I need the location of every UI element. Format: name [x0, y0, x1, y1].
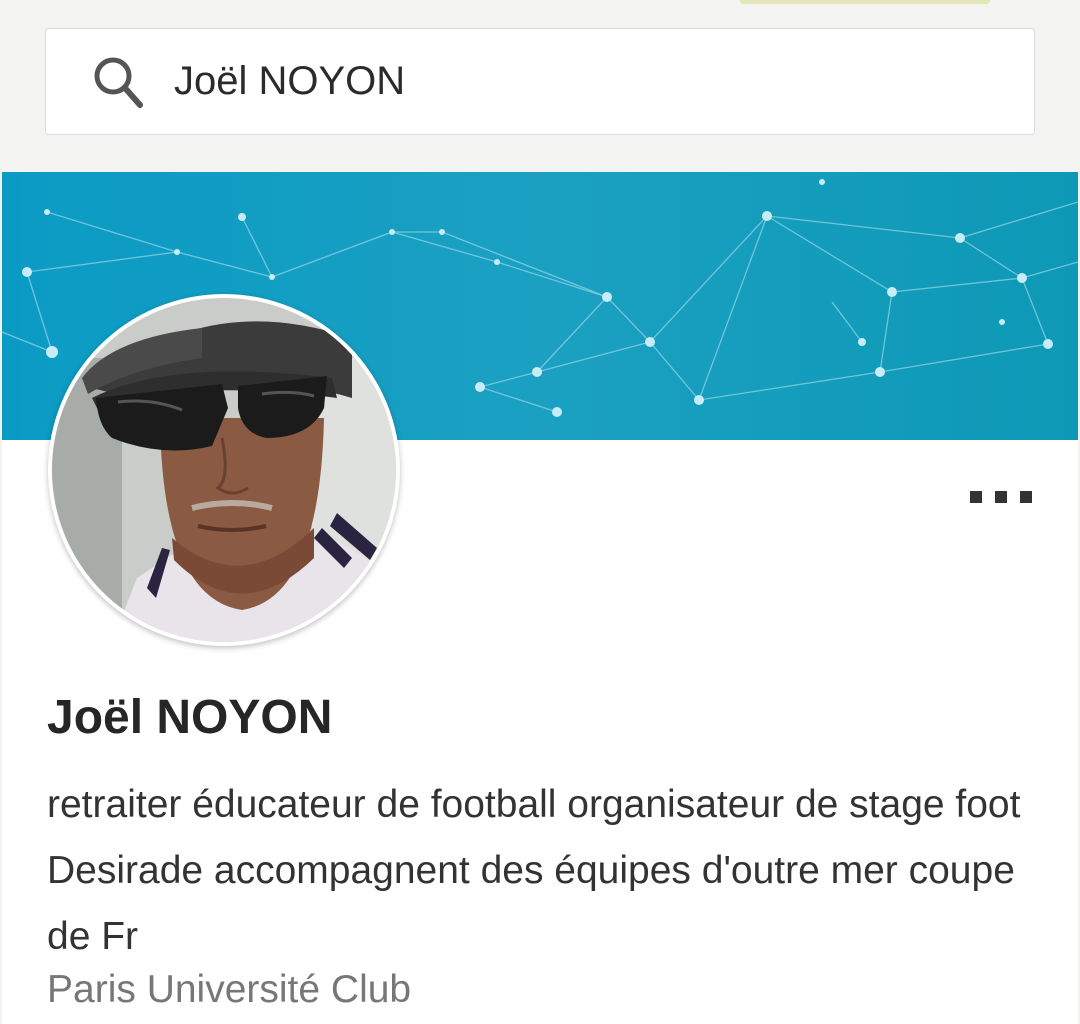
search-icon[interactable]	[92, 55, 144, 111]
profile-name: Joël NOYON	[47, 691, 333, 744]
more-options-button[interactable]	[970, 488, 1032, 506]
profile-page: Joël NOYON Joël NOYON retraiter éducateu…	[0, 0, 1080, 1024]
profile-avatar[interactable]	[48, 294, 400, 646]
search-bar[interactable]: Joël NOYON	[45, 28, 1035, 135]
profile-organization[interactable]: Paris Université Club	[47, 968, 411, 1012]
more-dots-icon	[995, 491, 1007, 503]
top-accent-bar	[740, 0, 990, 4]
profile-headline: retraiter éducateur de football organisa…	[47, 783, 1021, 958]
more-dots-icon	[970, 491, 982, 503]
more-dots-icon	[1020, 491, 1032, 503]
search-input[interactable]: Joël NOYON	[174, 29, 405, 134]
profile-card: Joël NOYON retraiter éducateur de footba…	[2, 172, 1078, 1024]
